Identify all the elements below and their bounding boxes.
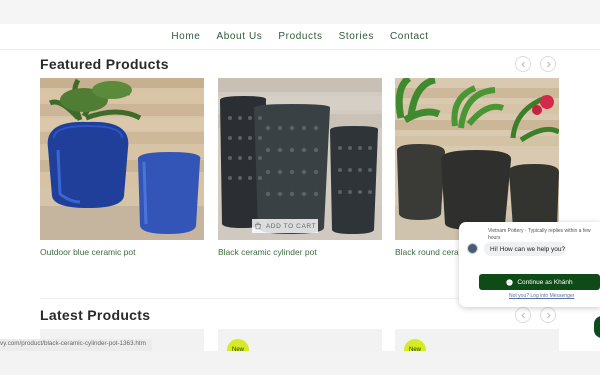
messenger-icon — [506, 278, 513, 286]
nav-stories[interactable]: Stories — [339, 31, 374, 42]
chevron-left-icon — [520, 61, 525, 67]
product-name[interactable]: Black ceramic cylinder pot — [218, 247, 317, 257]
messenger-launcher-button[interactable] — [594, 316, 600, 338]
latest-products-title: Latest Products — [40, 307, 151, 323]
page-avatar — [467, 243, 478, 254]
chevron-right-icon — [546, 312, 551, 318]
not-you-link[interactable]: Not you? Log into Messenger — [509, 293, 574, 299]
nav-contact[interactable]: Contact — [390, 31, 429, 42]
cart-icon — [255, 222, 261, 230]
blue-pots-photo — [40, 78, 204, 240]
featured-carousel-controls — [515, 56, 556, 72]
latest-next-button[interactable] — [540, 307, 556, 323]
latest-product-card[interactable]: New — [218, 329, 382, 353]
black-round-pots-photo — [395, 78, 559, 240]
chevron-left-icon — [520, 312, 525, 318]
add-to-cart-label: ADD TO CART — [265, 222, 317, 230]
chevron-right-icon — [546, 61, 551, 67]
browser-status-url: vy.com/product/black-ceramic-cylinder-po… — [0, 339, 152, 351]
featured-products-title: Featured Products — [40, 56, 169, 72]
featured-next-button[interactable] — [540, 56, 556, 72]
product-card-image[interactable] — [218, 78, 382, 240]
product-card-image[interactable] — [395, 78, 559, 240]
messenger-chat-widget: Vietnam Pottery · Typically replies with… — [459, 222, 600, 307]
product-card-image[interactable] — [40, 78, 204, 240]
product-name[interactable]: Outdoor blue ceramic pot — [40, 247, 135, 257]
chat-header: Vietnam Pottery · Typically replies with… — [488, 228, 591, 241]
add-to-cart-button[interactable]: ADD TO CART — [252, 219, 318, 233]
latest-prev-button[interactable] — [515, 307, 531, 323]
continue-as-label: Continue as Khánh — [517, 278, 573, 286]
bottom-band — [0, 351, 600, 375]
chat-greeting: Hi! How can we help you? — [484, 242, 566, 256]
black-cylinder-pots-photo — [218, 78, 382, 240]
nav-about-us[interactable]: About Us — [216, 31, 262, 42]
nav-home[interactable]: Home — [171, 31, 200, 42]
main-nav: Home About Us Products Stories Contact — [0, 24, 600, 50]
continue-as-button[interactable]: Continue as Khánh — [479, 274, 600, 290]
top-band — [0, 0, 600, 24]
latest-carousel-controls — [515, 307, 556, 323]
nav-products[interactable]: Products — [278, 31, 322, 42]
featured-prev-button[interactable] — [515, 56, 531, 72]
latest-product-card[interactable]: New — [395, 329, 559, 353]
